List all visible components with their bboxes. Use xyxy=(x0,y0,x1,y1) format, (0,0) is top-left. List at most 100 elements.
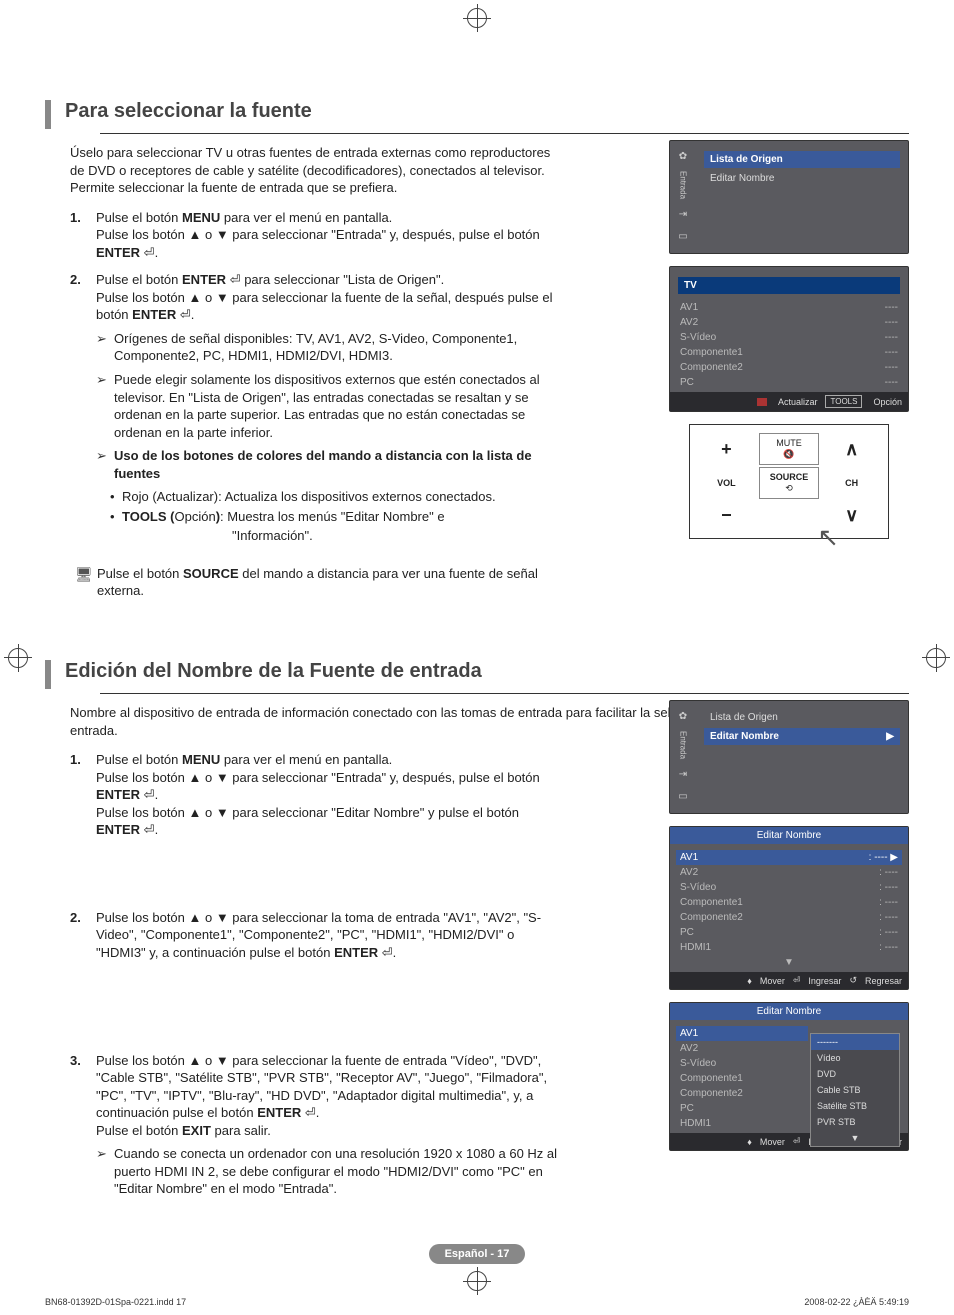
dropdown-options: ------- Vídeo DVD Cable STB Satélite STB… xyxy=(810,1033,900,1147)
list-row: PC: ---- xyxy=(676,925,902,940)
osd-entrada-menu2: ✿ Entrada ⇥ ▭ Lista de Origen Editar Nom… xyxy=(669,700,909,814)
sub-item: ➢ Orígenes de señal disponibles: TV, AV1… xyxy=(96,330,560,365)
source-icon: ▭ xyxy=(676,789,690,803)
remote-diagram: + MUTE🔇 ∧ VOL SOURCE⟲ CH − ∨ ↖ xyxy=(689,424,889,539)
section1-step2: 2. Pulse el botón ENTER ⏎ para seleccion… xyxy=(70,271,560,547)
ch-up: ∧ xyxy=(821,433,882,465)
list-row: Componente1: ---- xyxy=(676,895,902,910)
sidebar-label: Entrada xyxy=(679,171,688,199)
updown-icon: ♦ xyxy=(747,1137,752,1147)
list-row: AV1: ---- ▶ xyxy=(676,850,902,865)
section2-steps: 1. Pulse el botón MENU para ver el menú … xyxy=(70,751,560,1204)
bullet-dot: • xyxy=(110,488,122,506)
osd-entrada-menu: ✿ Entrada ⇥ ▭ Lista de Origen Editar Nom… xyxy=(669,140,909,254)
arrow-icon: ➢ xyxy=(96,371,114,441)
pointer-arrow-icon: ↖ xyxy=(817,522,839,553)
sub-text: Uso de los botones de colores del mando … xyxy=(114,447,560,482)
menu-row-editar-nombre: Editar Nombre xyxy=(704,170,900,187)
sub-bold: Uso de los botones de colores del mando … xyxy=(114,448,532,481)
list-row: AV2 xyxy=(676,1041,808,1056)
osd-source-list: TV AV1---- AV2---- S-Vídeo---- Component… xyxy=(669,266,909,412)
page-number: Español - 17 xyxy=(45,1244,909,1264)
osd-editar-nombre-list: Editar Nombre AV1: ---- ▶ AV2: ---- S-Ví… xyxy=(669,826,909,990)
list-row: AV1---- xyxy=(676,300,902,315)
footer-right: 2008-02-22 ¿ÀÈÄ 5:49:19 xyxy=(804,1297,909,1307)
sub-item: ➢ Puede elegir solamente los dispositivo… xyxy=(96,371,560,441)
bullet-spacer xyxy=(110,527,122,545)
list-row: Componente2: ---- xyxy=(676,910,902,925)
dropdown-row: Vídeo xyxy=(811,1050,899,1066)
footer-ingresar: Ingresar xyxy=(808,976,841,986)
list-row: HDMI1: ---- xyxy=(676,940,902,955)
vol-down: − xyxy=(696,501,757,530)
step-body: Pulse el botón ENTER ⏎ para seleccionar … xyxy=(96,271,560,547)
bullet-text: Rojo (Actualizar): Actualiza los disposi… xyxy=(122,488,496,506)
list-row: Componente2 xyxy=(676,1086,808,1101)
dropdown-row: Satélite STB xyxy=(811,1098,899,1114)
list-row: HDMI1 xyxy=(676,1116,808,1131)
enter-icon: ⏎ xyxy=(793,1136,801,1147)
input-icon: ⇥ xyxy=(676,767,690,781)
section2-title: Edición del Nombre de la Fuente de entra… xyxy=(45,660,909,689)
osd-title: Editar Nombre xyxy=(670,1003,908,1020)
updown-icon: ♦ xyxy=(747,976,752,986)
menu-row-lista-origen: Lista de Origen xyxy=(704,709,900,726)
section1-rule xyxy=(100,133,909,134)
source-icon: ⟲ xyxy=(785,483,793,494)
sub-item: ➢ Uso de los botones de colores del mand… xyxy=(96,447,560,482)
sub-text: Cuando se conecta un ordenador con una r… xyxy=(114,1145,560,1198)
footer-opcion: Opción xyxy=(873,397,902,407)
step-num: 2. xyxy=(70,909,96,962)
list-row: S-Vídeo: ---- xyxy=(676,880,902,895)
step-num: 3. xyxy=(70,1052,96,1204)
mute-icon: 🔇 xyxy=(783,449,794,460)
osd-title: Editar Nombre xyxy=(670,827,908,844)
dropdown-row: Cable STB xyxy=(811,1082,899,1098)
section2-step3: 3. Pulse los botón ▲ o ▼ para selecciona… xyxy=(70,1052,560,1204)
enter-icon: ⏎ xyxy=(793,975,801,986)
row-label: Lista de Origen xyxy=(710,712,778,723)
footer-mover: Mover xyxy=(760,1137,785,1147)
note-text: Pulse el botón SOURCE del mando a distan… xyxy=(97,565,565,600)
page-badge: Español - 17 xyxy=(429,1244,526,1264)
step-num: 1. xyxy=(70,751,96,839)
print-footer: BN68-01392D-01Spa-0221.indd 17 2008-02-2… xyxy=(45,1297,909,1307)
section2-step2: 2. Pulse los botón ▲ o ▼ para selecciona… xyxy=(70,909,560,962)
step-body: Pulse los botón ▲ o ▼ para seleccionar l… xyxy=(96,1052,560,1204)
step-num: 2. xyxy=(70,271,96,547)
return-icon: ↺ xyxy=(849,975,857,986)
bullet-text: TOOLS (Opción): Muestra los menús "Edita… xyxy=(122,508,445,526)
list-row: S-Vídeo xyxy=(676,1056,808,1071)
footer-regresar: Regresar xyxy=(865,976,902,986)
section1-steps: 1. Pulse el botón MENU para ver el menú … xyxy=(70,209,560,547)
mute-button: MUTE🔇 xyxy=(759,433,820,465)
list-row: Componente1---- xyxy=(676,345,902,360)
dropdown-down: ▼ xyxy=(811,1130,899,1146)
dropdown-row: DVD xyxy=(811,1066,899,1082)
step-body: Pulse el botón MENU para ver el menú en … xyxy=(96,209,560,262)
list-row: S-Vídeo---- xyxy=(676,330,902,345)
sidebar-label: Entrada xyxy=(679,731,688,759)
footer-mover: Mover xyxy=(760,976,785,986)
remote-icon: 🖥 xyxy=(75,565,97,600)
bullet-dot: • xyxy=(110,508,122,526)
chevron-right-icon: ▶ xyxy=(886,731,894,742)
menu-row-lista-origen: Lista de Origen xyxy=(704,151,900,168)
list-row: Componente1 xyxy=(676,1071,808,1086)
gear-icon: ✿ xyxy=(676,149,690,163)
tv-label: TV xyxy=(684,280,697,291)
section2-step1: 1. Pulse el botón MENU para ver el menú … xyxy=(70,751,560,839)
section1-title: Para seleccionar la fuente xyxy=(45,100,909,129)
list-down: ▼ xyxy=(676,955,902,970)
arrow-icon: ➢ xyxy=(96,447,114,482)
list-row: AV1 xyxy=(676,1026,808,1041)
list-row: PC xyxy=(676,1101,808,1116)
dropdown-row: PVR STB xyxy=(811,1114,899,1130)
section1-step1: 1. Pulse el botón MENU para ver el menú … xyxy=(70,209,560,262)
input-icon: ⇥ xyxy=(676,207,690,221)
osd-footer: Actualizar TOOLS Opción xyxy=(670,392,908,411)
row-label: Editar Nombre xyxy=(710,173,774,184)
bullets: •Rojo (Actualizar): Actualiza los dispos… xyxy=(96,488,560,545)
list-row: Componente2---- xyxy=(676,360,902,375)
vol-label: VOL xyxy=(696,467,757,499)
